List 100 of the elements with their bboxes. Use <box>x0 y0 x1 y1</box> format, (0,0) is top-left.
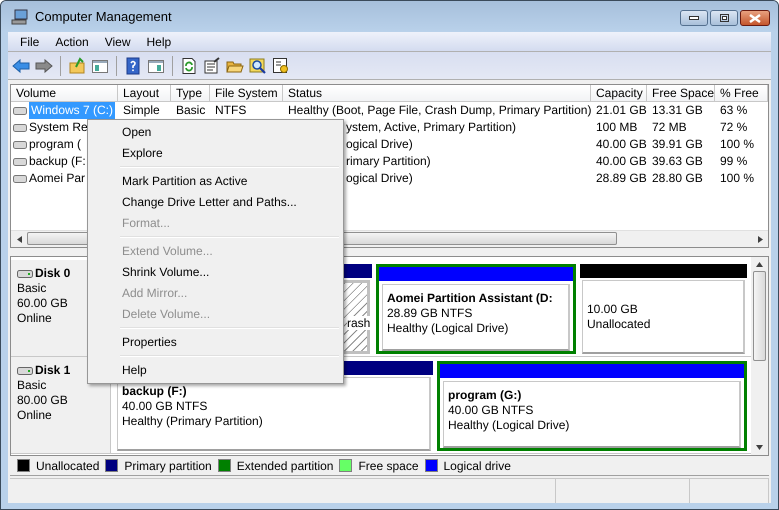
table-cell-text: Simple <box>122 102 161 119</box>
table-cell-text: 40.00 GB <box>595 136 647 153</box>
column-header[interactable]: Layout <box>118 85 171 102</box>
table-cell-text: 72 MB <box>651 119 688 136</box>
disk-type: Basic <box>17 281 48 296</box>
disk-status: Online <box>17 408 53 423</box>
disk-type: Basic <box>17 378 48 393</box>
partition-size: 40.00 GB NTFS <box>448 403 534 417</box>
drive-icon <box>13 174 27 182</box>
table-cell-text: 100 % <box>719 170 756 187</box>
volume-name[interactable]: program ( <box>29 136 82 153</box>
partition-size: 40.00 GB NTFS <box>122 399 208 413</box>
partition-status: Healthy (Primary Partition) <box>122 414 263 428</box>
partition-size: 10.00 GB <box>587 302 638 316</box>
table-cell-text: ystem, Active, Primary Partition) <box>345 119 518 136</box>
partition-status: Healthy (Logical Drive) <box>448 418 570 432</box>
menu-item[interactable]: Change Drive Letter and Paths... <box>90 192 341 213</box>
menu-bar-item[interactable]: Help <box>138 32 180 50</box>
partition-title: backup (F:) <box>122 384 187 398</box>
minimize-icon <box>689 16 699 20</box>
extended-partition[interactable]: Aomei Partition Assistant (D: 28.89 GB NTFS Healthy (Logical Drive) <box>376 264 576 354</box>
disk-drive-icon <box>17 268 33 278</box>
table-cell-text: 100 % <box>719 136 756 153</box>
maximize-button[interactable] <box>710 10 738 26</box>
table-cell-text: ogical Drive) <box>345 136 414 153</box>
computer-icon <box>11 8 29 24</box>
menu-item[interactable]: Open <box>90 122 341 143</box>
scroll-up-icon[interactable] <box>756 262 763 267</box>
scroll-right-icon[interactable] <box>758 236 762 242</box>
refresh-icon[interactable] <box>180 56 198 74</box>
disk-name: Disk 1 <box>35 363 70 378</box>
column-header[interactable]: Type <box>171 85 210 102</box>
table-cell-text: Healthy (Boot, Page File, Crash Dump, Primary Partition) <box>287 102 591 119</box>
menu-item[interactable]: Shrink Volume... <box>90 262 341 283</box>
scroll-left-icon[interactable] <box>16 236 22 242</box>
volume-name[interactable]: Aomei Par <box>29 170 86 187</box>
drive-icon <box>13 124 27 132</box>
help-icon[interactable] <box>124 56 142 74</box>
table-cell-text: NTFS <box>214 102 248 119</box>
folder-arrow-icon[interactable] <box>68 56 86 74</box>
column-header[interactable]: Free Space <box>647 85 715 102</box>
partition-title: program (G:) <box>448 388 522 402</box>
drive-icon <box>13 158 27 166</box>
menu-bar-item[interactable]: Action <box>47 32 97 50</box>
table-cell-text: 39.63 GB <box>651 153 704 170</box>
menu-item[interactable]: Mark Partition as Active <box>90 171 341 192</box>
disk-drive-icon <box>17 366 33 376</box>
table-cell-text: rimary Partition) <box>345 153 432 170</box>
volume-name[interactable]: System Re <box>29 119 88 136</box>
column-header[interactable]: Status <box>283 85 591 102</box>
disk-size: 60.00 GB <box>17 296 69 311</box>
close-button[interactable] <box>740 10 770 26</box>
legend-label: Unallocated <box>36 458 100 472</box>
properties-icon[interactable] <box>203 56 221 74</box>
back-arrow-icon[interactable] <box>12 56 30 74</box>
forward-arrow-icon[interactable] <box>35 56 53 74</box>
scroll-down-icon[interactable] <box>756 445 763 450</box>
menu-item[interactable]: Explore <box>90 143 341 164</box>
close-icon <box>749 14 761 22</box>
partition-status: Unallocated <box>587 317 650 331</box>
legend-label: Extended partition <box>236 458 334 472</box>
table-cell-text: 99 % <box>719 153 748 170</box>
table-cell-text: 72 % <box>719 119 748 136</box>
table-cell-text: 13.31 GB <box>651 102 704 119</box>
table-cell-text: 39.91 GB <box>651 136 704 153</box>
column-header[interactable]: Volume <box>11 85 118 102</box>
menu-bar-item[interactable]: File <box>12 32 48 50</box>
partition-title: Aomei Partition Assistant (D: <box>387 291 553 305</box>
menu-bar-item[interactable]: View <box>96 32 138 50</box>
disk-name: Disk 0 <box>35 266 70 281</box>
column-header[interactable]: File System <box>210 85 283 102</box>
extended-partition[interactable]: program (G:) 40.00 GB NTFS Healthy (Logical Drive) <box>437 361 747 451</box>
minimize-button[interactable] <box>680 10 708 26</box>
drive-icon <box>13 106 27 114</box>
table-cell-text: 28.80 GB <box>651 170 704 187</box>
partition-status: Healthy (Logical Drive) <box>387 321 508 335</box>
volume-name[interactable]: backup (F: <box>29 153 86 170</box>
window-title: Computer Management <box>35 9 172 24</box>
settings-icon[interactable] <box>272 56 290 74</box>
legend-label: Logical drive <box>444 458 511 472</box>
legend-label: Primary partition <box>124 458 212 472</box>
table-cell-text: 100 MB <box>595 119 638 136</box>
maximize-icon <box>720 14 728 22</box>
column-header[interactable]: Capacity <box>591 85 647 102</box>
scrollbar-thumb[interactable] <box>753 271 766 361</box>
legend-label: Free space <box>358 458 418 472</box>
partition-status: rash <box>347 316 370 330</box>
column-header[interactable]: % Free <box>715 85 768 102</box>
disk-status: Online <box>17 311 53 326</box>
table-cell-text: ogical Drive) <box>345 170 414 187</box>
table-cell-text: 63 % <box>719 102 748 119</box>
drive-icon <box>13 140 27 148</box>
table-cell-text: Basic <box>175 102 206 119</box>
menu-item[interactable]: Help <box>90 360 341 381</box>
table-cell-text: 40.00 GB <box>595 153 647 170</box>
partition-size: 28.89 GB NTFS <box>387 306 472 320</box>
menu-item[interactable]: Properties <box>90 332 341 353</box>
table-cell-text: 28.89 GB <box>595 170 647 187</box>
magnifier-icon[interactable] <box>249 56 267 74</box>
table-cell-text: 21.01 GB <box>595 102 647 119</box>
